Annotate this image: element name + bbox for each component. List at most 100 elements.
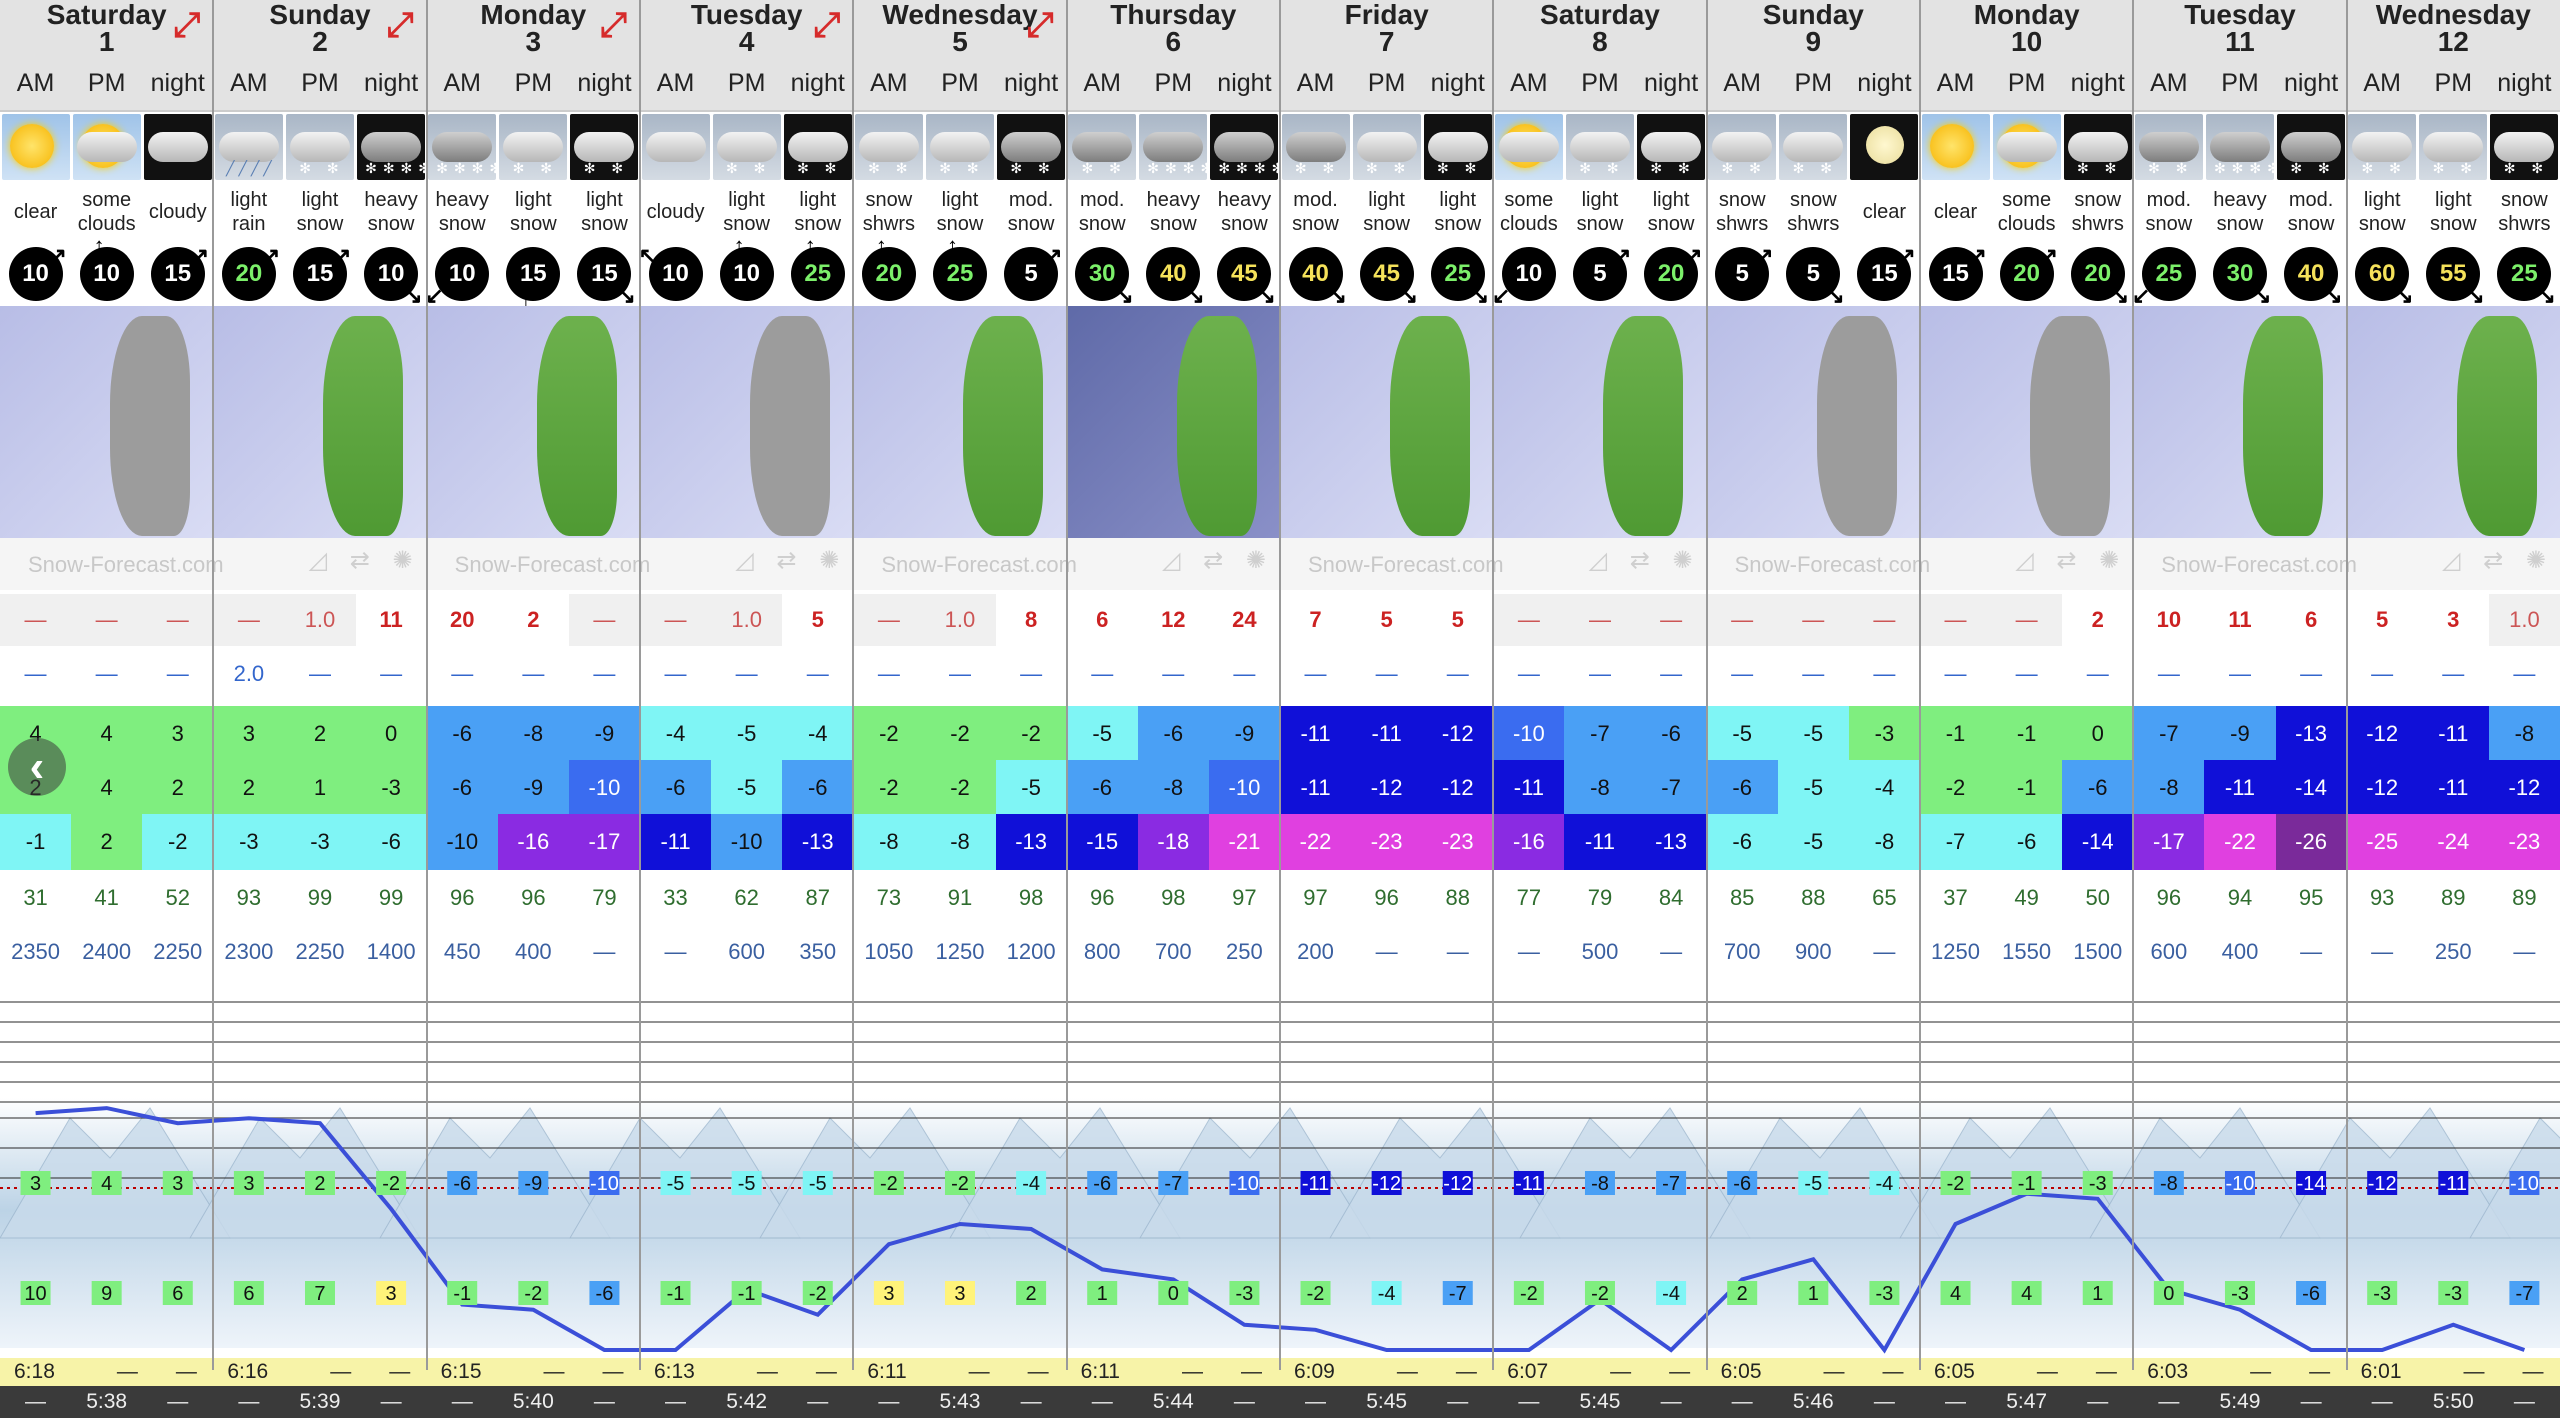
snow-map-image[interactable] — [1919, 306, 2134, 538]
wind-direction-arrow-icon: ↗ — [1044, 243, 1063, 268]
weather-icon-cell: ✻ ✻ — [996, 112, 1067, 182]
day-header: Friday 7 — [1280, 0, 1493, 56]
day-date: 8 — [1592, 26, 1608, 57]
day-name: Wednesday — [882, 0, 1038, 30]
map-control-icons[interactable]: ◿ ⇄ ✺ — [1589, 546, 1701, 575]
freezing-level-value: 2400 — [82, 939, 132, 964]
snow-map-image[interactable] — [853, 306, 1067, 538]
wind-speed: 45 — [1231, 260, 1258, 287]
weather-icon-cell — [0, 112, 71, 182]
expand-icon[interactable]: ⤢ — [387, 8, 421, 42]
wind-speed-badge: 10 ↖ — [639, 243, 703, 301]
snow-map-image[interactable] — [1066, 306, 1280, 538]
wind-direction-arrow-icon: ↗ — [1684, 243, 1703, 268]
max-temp: -6 — [1137, 706, 1209, 762]
snow-map-image[interactable] — [213, 306, 427, 538]
graph-temp-label: -7 — [1164, 1173, 1182, 1195]
snow-map-image[interactable] — [0, 306, 214, 538]
sunrise-value: 6:01 — [2360, 1360, 2402, 1383]
expand-icon[interactable]: ⤢ — [1027, 8, 1061, 42]
expand-icon[interactable]: ⤢ — [600, 8, 634, 42]
day-header: Tuesday 4 ⤢ — [640, 0, 853, 56]
map-control-icons[interactable]: ◿ ⇄ ✺ — [2015, 546, 2127, 575]
weather-icon-cell: ✻ ✻ — [569, 112, 640, 182]
graph-temp-label: -11 — [2440, 1173, 2467, 1195]
snow-amount: 7 — [1279, 594, 1352, 646]
period-label: PM — [1581, 68, 1619, 97]
humidity-value: 73 — [876, 885, 902, 910]
cloud-icon — [929, 132, 990, 162]
wind-cell: 10 ↑ — [711, 233, 782, 306]
rain-amount: — — [451, 661, 474, 686]
light-snow-icon: ✻ ✻ — [285, 114, 354, 180]
credit-text: Snow-Forecast.com — [28, 552, 224, 577]
sunrise-dash: — — [756, 1360, 778, 1383]
snow-map-image[interactable] — [1493, 306, 1707, 538]
light-snow-night-icon: ✻ ✻ — [570, 114, 639, 180]
min-temp: 4 — [71, 760, 143, 816]
cloud-icon — [218, 132, 279, 162]
humidity-value: 96 — [521, 885, 546, 910]
rain-amount: — — [948, 661, 971, 686]
snow-amount: 5 — [2346, 594, 2418, 646]
expand-icon[interactable]: ⤢ — [813, 8, 847, 42]
min-temp: 2 — [213, 760, 285, 816]
graph-temp-label: 1 — [1808, 1283, 1819, 1305]
period-label: night — [1857, 68, 1912, 97]
sunset-dash: — — [1731, 1390, 1753, 1413]
weather-icon-cell: ✻ ✻ — [711, 112, 782, 182]
freezing-level-row: 2350 2400 2250 2300 2250 1400 450 400 — — 600 350 10… — [0, 926, 2560, 978]
weather-icon-cell: ✻ ✻ — [1351, 112, 1422, 182]
graph-temp-label: -1 — [453, 1283, 471, 1305]
snow-map-image[interactable] — [2133, 306, 2347, 538]
graph-temp-label: -4 — [1378, 1283, 1396, 1305]
day-date: 6 — [1165, 26, 1182, 57]
sunset-dash: — — [2158, 1390, 2180, 1413]
wind-direction-arrow-icon: ↑ — [946, 233, 958, 258]
previous-nav-button[interactable]: ‹ — [8, 738, 66, 796]
wind-chill-temp: -25 — [2346, 814, 2418, 870]
snow-amount: 24 — [1208, 594, 1280, 646]
rain-amount: — — [1660, 661, 1683, 686]
day-name: Tuesday — [690, 0, 803, 30]
land-shape — [1603, 316, 1684, 536]
map-control-icons[interactable]: ◿ ⇄ ✺ — [309, 546, 421, 575]
snow-map-image[interactable] — [1706, 306, 1920, 538]
humidity-value: 91 — [947, 885, 973, 910]
map-control-icons[interactable]: ◿ ⇄ ✺ — [1162, 546, 1274, 575]
expand-icon[interactable]: ⤢ — [173, 8, 207, 42]
wind-cell: 5 ↗ — [1564, 242, 1635, 306]
wind-speed-badge: 20 ↑ — [861, 233, 916, 301]
wind-cell: 15 ↘ — [569, 242, 640, 308]
min-temp: -6 — [2062, 760, 2134, 816]
snow-map-image[interactable] — [426, 306, 640, 538]
wind-cell: 20 ↗ — [213, 242, 284, 306]
land-shape — [963, 316, 1044, 536]
weather-summary: heavy snow — [435, 189, 489, 235]
credit-block: Snow-Forecast.com ◿ ⇄ ✺ — [853, 538, 1280, 590]
weather-summary-row: clear some clouds cloudy light rain light sn… — [0, 182, 2560, 242]
map-control-icons[interactable]: ◿ ⇄ ✺ — [735, 546, 847, 575]
graph-temp-label: -3 — [2373, 1283, 2391, 1305]
map-control-icons[interactable]: ◿ ⇄ ✺ — [2442, 546, 2554, 575]
credit-block: Snow-Forecast.com ◿ ⇄ ✺ — [1707, 538, 2134, 590]
mod-snow-icon: ✻ ✻ — [1281, 114, 1350, 180]
wind-speed: 25 — [1444, 260, 1472, 287]
snow-map-image[interactable] — [639, 306, 854, 538]
weather-icon-cell: ✻ ✻ — [1280, 112, 1351, 182]
sunrise-dash: — — [2250, 1360, 2272, 1383]
max-temp: -4 — [639, 706, 712, 762]
wind-speed-badge: 60 ↘ — [2355, 247, 2414, 308]
snow-amount: 11 — [355, 594, 427, 646]
day-header: Sunday 2 ⤢ — [213, 0, 426, 56]
snow-map-image[interactable] — [2346, 306, 2560, 538]
sunset-time: 5:46 — [1792, 1390, 1834, 1413]
snow-map-image[interactable] — [1279, 306, 1494, 538]
max-temp: 0 — [2062, 706, 2134, 762]
some-clouds-day-icon — [1992, 114, 2061, 180]
min-temp: -12 — [2488, 760, 2560, 816]
graph-temp-label: 3 — [243, 1173, 254, 1195]
freezing-level-value: — — [2513, 939, 2536, 964]
snowflake-icon: ✻ ✻ — [2361, 160, 2407, 176]
snow-amount: 11 — [2204, 594, 2276, 646]
